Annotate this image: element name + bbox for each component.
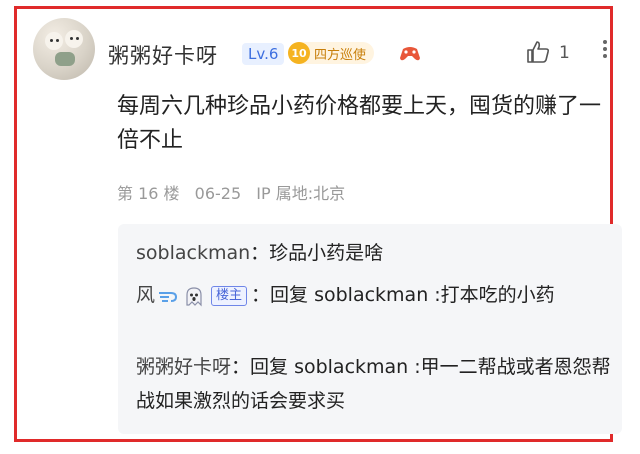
ip-location: IP 属地:北京	[256, 184, 346, 203]
medal-coin-icon: 10	[288, 42, 310, 64]
medal-label: 四方巡使	[314, 47, 367, 63]
replies-panel: soblackman：珍品小药是啥 风 楼主 ：回复 soblackman :打本…	[118, 224, 622, 434]
ghost-emoji-icon	[186, 286, 202, 306]
gamepad-icon	[400, 47, 420, 61]
like-count: 1	[559, 43, 570, 63]
comment-card: 粥粥好卡呀 Lv.6 10 四方巡使 1 每周六几种珍品小药价格都要上天，囤货的…	[14, 6, 622, 442]
floor-number: 第 16 楼	[117, 184, 180, 203]
reply-text: 珍品小药是啥	[269, 242, 384, 264]
reply-text: 回复 soblackman :打本吃的小药	[270, 284, 555, 306]
username[interactable]: 粥粥好卡呀	[108, 40, 218, 70]
reply-item[interactable]: soblackman：珍品小药是啥	[136, 236, 616, 270]
comment-date: 06-25	[194, 184, 242, 203]
thumbs-up-icon[interactable]	[525, 39, 551, 65]
op-tag: 楼主	[211, 285, 248, 306]
reply-colon: ：	[231, 356, 251, 378]
reply-item[interactable]: 风 楼主 ：回复 soblackman :打本吃的小药	[136, 278, 616, 312]
reply-colon: ：	[250, 242, 270, 264]
medal-badge: 10 四方巡使	[288, 42, 375, 64]
reply-author[interactable]: 粥粥好卡呀	[136, 356, 231, 378]
dash-emoji-icon	[159, 291, 178, 302]
level-badge: Lv.6	[242, 43, 285, 65]
comment-meta: 第 16 楼 06-25 IP 属地:北京	[117, 180, 355, 204]
avatar[interactable]	[33, 18, 95, 80]
reply-colon: ：	[251, 284, 271, 306]
reply-author[interactable]: 风	[136, 284, 155, 306]
more-options-icon[interactable]	[602, 37, 608, 67]
reply-author[interactable]: soblackman	[136, 242, 250, 264]
comment-text: 每周六几种珍品小药价格都要上天，囤货的赚了一倍不止	[117, 94, 602, 153]
reply-item[interactable]: 粥粥好卡呀：回复 soblackman :甲一二帮战或者恩怨帮战如果激烈的话会要…	[136, 350, 616, 418]
